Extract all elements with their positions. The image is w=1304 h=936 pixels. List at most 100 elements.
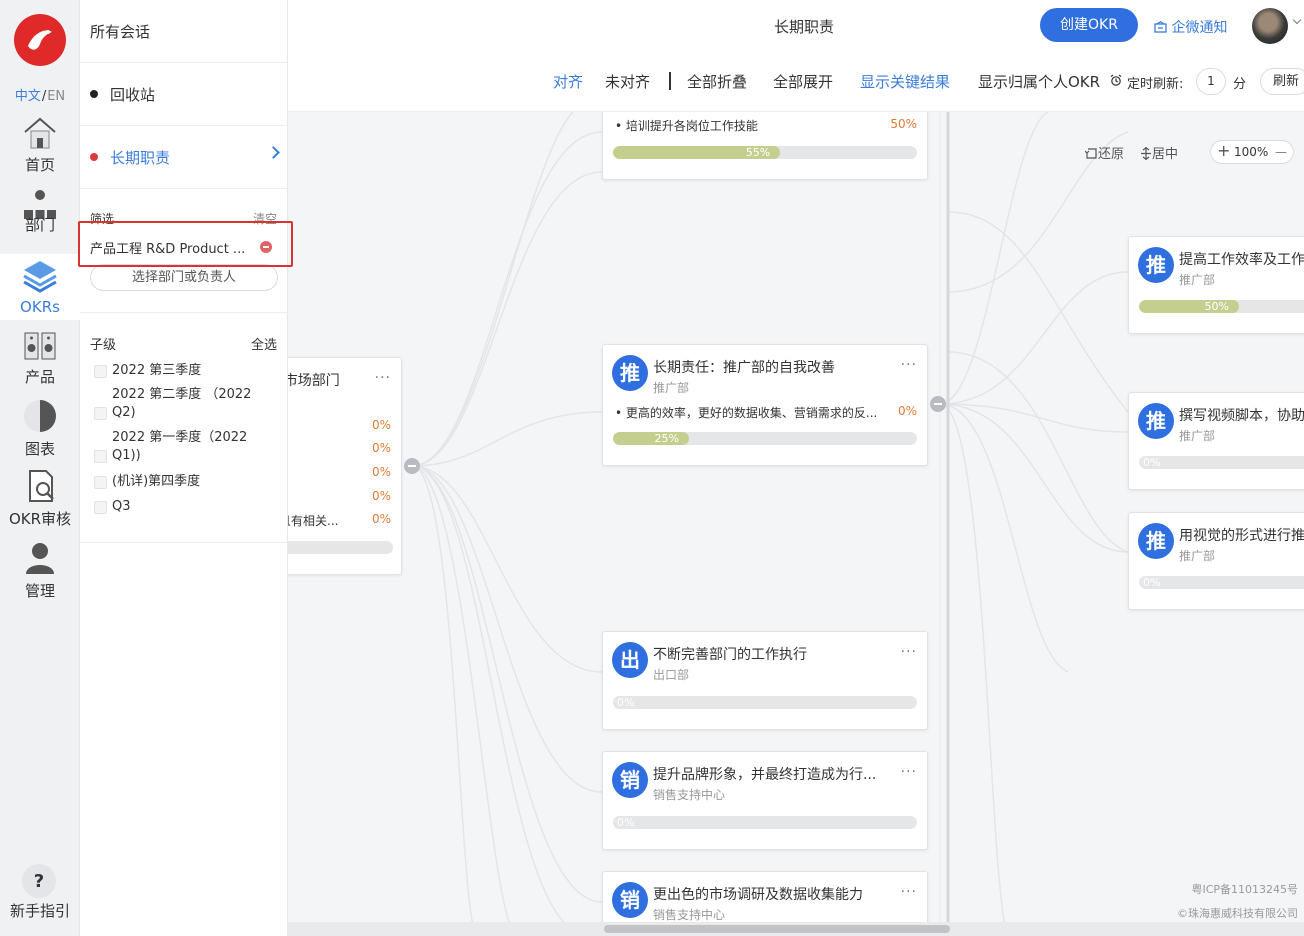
restore-icon [1084,148,1097,159]
nav-okrs[interactable]: OKRs [0,254,80,320]
nav-admin[interactable]: 管理 [0,540,80,602]
quarter-option[interactable]: 2022 第一季度（2022 Q1)) [94,429,274,465]
unaligned-button[interactable]: 未对齐 [605,71,650,92]
review-icon [29,470,54,502]
align-button[interactable]: 对齐 [553,71,583,92]
okr-card-market[interactable]: /市场部门 ··· 0% 0% 0% 0% 且有相关... 0% [288,357,402,575]
collapse-node-icon[interactable] [404,458,420,474]
recycle-dot-icon [90,90,98,98]
logo-bird-icon [28,30,52,50]
collapse-all-button[interactable]: 全部折叠 [687,71,747,92]
quarter-checkbox[interactable] [94,365,107,378]
more-icon[interactable]: ··· [901,884,917,900]
okr-tree-canvas[interactable]: /市场部门 ··· 0% 0% 0% 0% 且有相关... 0% • 培训提升各… [288,112,1304,936]
progress-fill: 55% [613,146,781,159]
okr-card-visual[interactable]: 推 用视觉的形式进行推 推广部 0% [1128,512,1304,610]
top-header: 长期职责 创建OKR 企微通知 对齐 未对齐 全部折叠 全部展开 显示关键结果 … [288,0,1304,112]
collapse-node-icon[interactable] [930,396,946,412]
card-title: 更出色的市场调研及数据收集能力 [653,887,863,903]
okr-card-export[interactable]: 出 不断完善部门的工作执行 出口部 ··· 0% [602,631,928,730]
dept-avatar: 推 [1138,247,1174,283]
restore-view-button[interactable]: 还原 [1084,143,1125,162]
nav-charts[interactable]: 图表 [0,398,80,460]
progress-bar: 25% [613,432,917,445]
help-icon[interactable]: ? [22,864,56,898]
expand-all-button[interactable]: 全部展开 [773,71,833,92]
app-logo[interactable] [14,14,66,66]
dept-avatar: 出 [612,642,648,678]
okr-card-self-improve[interactable]: 推 长期责任：推广部的自我改善 推广部 ··· • 更高的效率，更好的数据收集、… [602,344,928,466]
kr-text: • 培训提升各岗位工作技能 [615,119,758,133]
recycle-label: 回收站 [110,85,156,104]
okr-card-efficiency[interactable]: 推 提高工作效率及工作 推广部 50% [1128,236,1304,334]
lang-separator: / [41,89,47,104]
select-dept-button[interactable]: 选择部门或负责人 [90,264,278,291]
nav-okr-review-label: OKR审核 [8,510,72,528]
zoom-in-icon[interactable]: + [1217,140,1230,162]
quarter-option[interactable]: (机详)第四季度 [94,473,274,491]
quarter-checkbox[interactable] [94,476,107,489]
progress-bar: 0% [613,696,917,709]
refresh-interval-input[interactable]: 1 [1196,68,1226,95]
layers-icon [23,261,57,293]
restore-label: 还原 [1098,147,1125,162]
select-all-button[interactable]: 全选 [251,334,277,353]
divider [80,312,288,313]
scrollbar-thumb[interactable] [604,925,950,933]
more-icon[interactable]: ··· [901,764,917,780]
refresh-button[interactable]: 刷新 [1260,68,1304,95]
dept-avatar: 推 [612,355,648,391]
help-label[interactable]: 新手指引 [0,900,80,921]
wecom-notify-button[interactable]: 企微通知 [1154,17,1227,37]
quarter-checkbox[interactable] [94,407,107,420]
progress-bar [288,541,393,554]
horizontal-scrollbar[interactable] [288,922,1304,936]
recycle-item[interactable]: 回收站 [80,63,288,126]
more-icon[interactable]: ··· [375,370,391,386]
language-switch[interactable]: 中文/EN [0,85,80,104]
kr-percent: 50% [890,117,917,131]
chevron-down-icon[interactable] [1292,15,1302,25]
kr-percent: 0% [371,418,391,432]
show-personal-okr-button[interactable]: 显示归属个人OKR [978,71,1111,92]
more-icon[interactable]: ··· [901,357,917,373]
zoom-out-icon[interactable]: — [1275,141,1287,163]
okr-card-brand[interactable]: 销 提升品牌形象，并最终打造成为行... 销售支持中心 ··· 0% [602,751,928,850]
okr-card-video-script[interactable]: 推 撰写视频脚本，协助 推广部 0% [1128,392,1304,490]
nav-product[interactable]: 产品 [0,330,80,390]
nav-product-label: 产品 [24,368,55,386]
nav-okr-review[interactable]: OKR审核 [0,468,80,532]
card-dept: 推广部 [1179,549,1216,563]
card-title: 不断完善部门的工作执行 [653,647,807,663]
zoom-level: 100% [1234,145,1269,159]
lang-en[interactable]: EN [47,89,65,104]
dept-avatar: 销 [612,762,648,798]
more-icon[interactable]: ··· [901,644,917,660]
card-title: 用视觉的形式进行推 [1179,528,1304,544]
lang-zh[interactable]: 中文 [15,89,41,104]
long-term-item[interactable]: 长期职责 [80,126,288,189]
card-title: /市场部门 [288,373,340,389]
center-view-button[interactable]: 居中 [1140,143,1178,162]
nav-home[interactable]: 首页 [0,116,80,178]
notify-icon [1154,21,1167,33]
long-term-dot-icon [90,153,98,161]
quarter-option[interactable]: 2022 第二季度 （2022 Q2) [94,386,274,422]
nav-department[interactable]: 部门 [0,186,80,248]
all-sessions-item[interactable]: 所有会话 [80,0,288,63]
center-label: 居中 [1152,147,1179,162]
card-dept: 推广部 [1179,273,1216,287]
card-title: 提高工作效率及工作 [1179,252,1304,268]
card-dept: 推广部 [653,381,690,395]
quarter-option[interactable]: Q3 [94,498,274,516]
toolbar-divider [669,72,671,90]
show-kr-button[interactable]: 显示关键结果 [860,71,950,92]
quarter-checkbox[interactable] [94,501,107,514]
user-avatar[interactable] [1252,8,1288,44]
highlight-box [78,221,293,267]
quarter-option[interactable]: 2022 第三季度 [94,362,274,380]
kr-text: 且有相关... [288,514,339,528]
okr-card-training[interactable]: • 培训提升各岗位工作技能 50% 55% [602,112,928,180]
create-okr-button[interactable]: 创建OKR [1040,8,1138,42]
quarter-checkbox[interactable] [94,450,107,463]
